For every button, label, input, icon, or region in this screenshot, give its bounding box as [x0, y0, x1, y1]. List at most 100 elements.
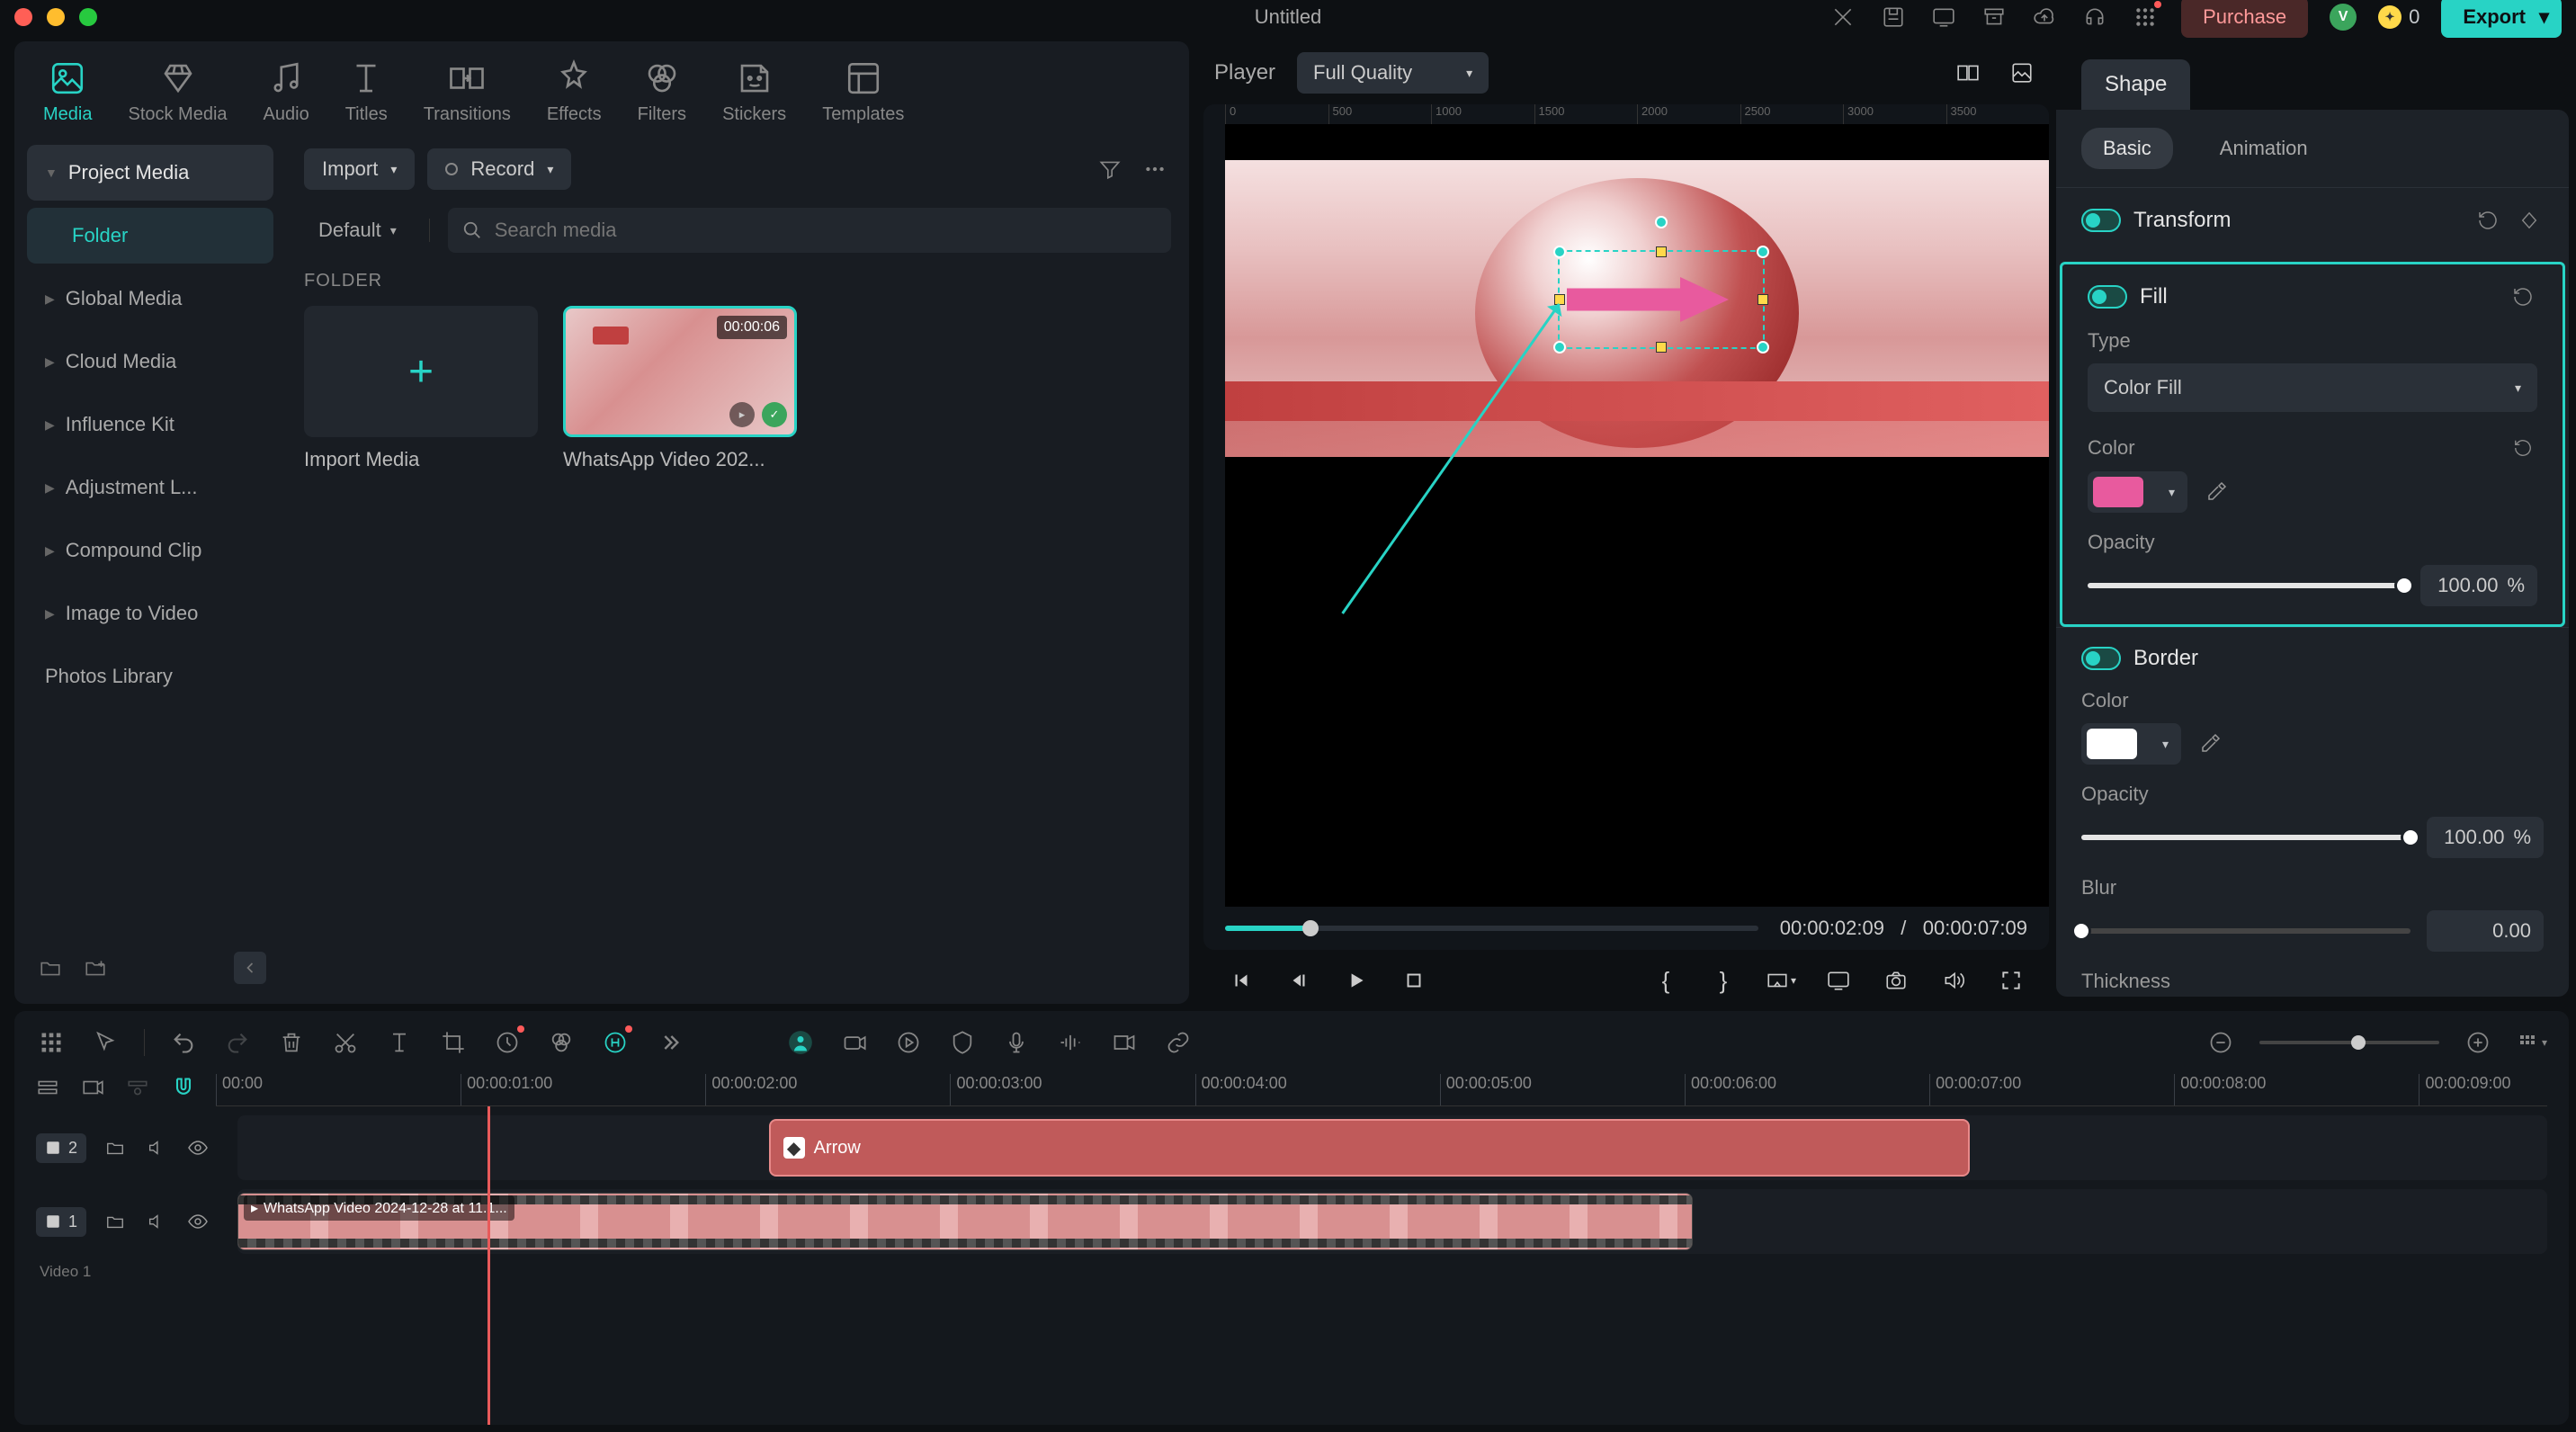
fullscreen-icon[interactable]: [1995, 964, 2027, 997]
pointer-icon[interactable]: [90, 1027, 121, 1058]
sort-dropdown[interactable]: Default▾: [304, 210, 411, 251]
inspector-tab-shape[interactable]: Shape: [2081, 59, 2190, 110]
reset-fill-icon[interactable]: [2509, 282, 2537, 311]
quality-dropdown[interactable]: Full Quality▾: [1297, 52, 1489, 94]
link-icon[interactable]: [1163, 1027, 1194, 1058]
tab-stock-media[interactable]: Stock Media: [128, 59, 227, 125]
sidebar-image-to-video[interactable]: ▶Image to Video: [27, 586, 273, 641]
save-icon[interactable]: [1879, 3, 1908, 31]
track-header-1[interactable]: 1: [36, 1207, 86, 1237]
progress-bar[interactable]: [1225, 926, 1758, 931]
track-mode-icon[interactable]: [36, 1076, 65, 1105]
blur-slider[interactable]: [2081, 928, 2411, 934]
tab-titles[interactable]: Titles: [345, 59, 388, 125]
tab-templates[interactable]: Templates: [822, 59, 904, 125]
tab-media[interactable]: Media: [43, 59, 92, 125]
sidebar-influence-kit[interactable]: ▶Influence Kit: [27, 397, 273, 452]
shield-icon[interactable]: [947, 1027, 978, 1058]
speed-icon[interactable]: [492, 1027, 523, 1058]
notifications-icon[interactable]: [1829, 3, 1857, 31]
fill-color-picker[interactable]: ▾: [2088, 471, 2187, 513]
stop-icon[interactable]: [1398, 964, 1430, 997]
timeline-ruler[interactable]: 00:00 00:00:01:00 00:00:02:00 00:00:03:0…: [216, 1074, 2547, 1106]
track-folder-icon[interactable]: [103, 1209, 128, 1234]
user-avatar[interactable]: V: [2330, 4, 2357, 31]
zoom-in-icon[interactable]: [2463, 1027, 2493, 1058]
track-visibility-icon[interactable]: [185, 1135, 210, 1160]
snapshot-icon[interactable]: [1880, 964, 1912, 997]
apps-icon[interactable]: [2131, 3, 2160, 31]
prev-frame-icon[interactable]: [1225, 964, 1257, 997]
transform-toggle[interactable]: [2081, 209, 2121, 232]
window-minimize[interactable]: [47, 8, 65, 26]
sidebar-project-media[interactable]: ▼Project Media: [27, 145, 273, 201]
mark-in-icon[interactable]: {: [1650, 964, 1682, 997]
color-icon[interactable]: [546, 1027, 577, 1058]
magnet-icon[interactable]: [171, 1076, 200, 1105]
zoom-out-icon[interactable]: [2205, 1027, 2236, 1058]
selection-box[interactable]: [1558, 250, 1765, 349]
new-item-icon[interactable]: [79, 952, 112, 984]
blur-value[interactable]: 0.00: [2492, 919, 2531, 943]
more-tools-icon[interactable]: [654, 1027, 684, 1058]
import-media-tile[interactable]: + Import Media: [304, 306, 538, 471]
player-viewport[interactable]: 0500100015002000250030003500: [1203, 104, 2049, 950]
crop-icon[interactable]: [438, 1027, 469, 1058]
undo-icon[interactable]: [168, 1027, 199, 1058]
tab-effects[interactable]: Effects: [547, 59, 602, 125]
play-preview-icon[interactable]: ▸: [729, 402, 755, 427]
cloud-upload-icon[interactable]: [2030, 3, 2059, 31]
border-opacity-slider[interactable]: [2081, 835, 2411, 840]
text-icon[interactable]: [384, 1027, 415, 1058]
window-close[interactable]: [14, 8, 32, 26]
volume-icon[interactable]: [1937, 964, 1970, 997]
sidebar-global-media[interactable]: ▶Global Media: [27, 271, 273, 327]
sidebar-cloud-media[interactable]: ▶Cloud Media: [27, 334, 273, 389]
avatar-tool-icon[interactable]: [785, 1027, 816, 1058]
credits[interactable]: ✦ 0: [2378, 5, 2419, 29]
layout-icon[interactable]: ▾: [2517, 1027, 2547, 1058]
screen-icon[interactable]: [1929, 3, 1958, 31]
eyedropper-icon[interactable]: [2196, 729, 2224, 758]
border-color-picker[interactable]: ▾: [2081, 723, 2181, 765]
reset-color-icon[interactable]: [2509, 434, 2537, 462]
sidebar-folder[interactable]: Folder: [27, 208, 273, 264]
canvas[interactable]: [1225, 124, 2049, 907]
subtab-basic[interactable]: Basic: [2081, 128, 2173, 169]
window-zoom[interactable]: [79, 8, 97, 26]
clip-video[interactable]: ▸WhatsApp Video 2024-12-28 at 11.1...: [237, 1193, 1693, 1250]
archive-icon[interactable]: [1980, 3, 2008, 31]
opacity-value[interactable]: 100.00: [2437, 574, 2498, 597]
fill-type-select[interactable]: Color Fill▾: [2088, 363, 2537, 412]
mask-icon[interactable]: [1109, 1027, 1140, 1058]
purchase-button[interactable]: Purchase: [2181, 0, 2308, 38]
compare-view-icon[interactable]: [1952, 57, 1984, 89]
track-folder-icon[interactable]: [103, 1135, 128, 1160]
audio-tool-icon[interactable]: [1055, 1027, 1086, 1058]
tab-stickers[interactable]: Stickers: [722, 59, 786, 125]
camera-tool-icon[interactable]: [839, 1027, 870, 1058]
more-icon[interactable]: [1139, 153, 1171, 185]
clip-arrow[interactable]: ◆ Arrow: [769, 1119, 1970, 1177]
filter-icon[interactable]: [1094, 153, 1126, 185]
mic-icon[interactable]: [1001, 1027, 1032, 1058]
circle-play-icon[interactable]: [893, 1027, 924, 1058]
track-visibility-icon[interactable]: [185, 1209, 210, 1234]
track-mute-icon[interactable]: [144, 1135, 169, 1160]
tab-filters[interactable]: Filters: [638, 59, 686, 125]
redo-icon[interactable]: [222, 1027, 253, 1058]
ai-icon[interactable]: [600, 1027, 631, 1058]
sidebar-adjustment-layer[interactable]: ▶Adjustment L...: [27, 460, 273, 515]
border-opacity-value[interactable]: 100.00: [2444, 826, 2504, 849]
marker-add-icon[interactable]: [81, 1076, 110, 1105]
media-tile[interactable]: 00:00:06 ▸ ✓ WhatsApp Video 202...: [563, 306, 797, 471]
new-folder-icon[interactable]: [34, 952, 67, 984]
keyframe-icon[interactable]: [2515, 206, 2544, 235]
export-button[interactable]: Export: [2441, 0, 2562, 38]
sidebar-compound-clip[interactable]: ▶Compound Clip: [27, 523, 273, 578]
search-box[interactable]: [448, 208, 1171, 253]
search-input[interactable]: [495, 219, 1157, 242]
fill-opacity-slider[interactable]: [2088, 583, 2404, 588]
track-header-2[interactable]: 2: [36, 1133, 86, 1163]
tab-transitions[interactable]: Transitions: [424, 59, 511, 125]
